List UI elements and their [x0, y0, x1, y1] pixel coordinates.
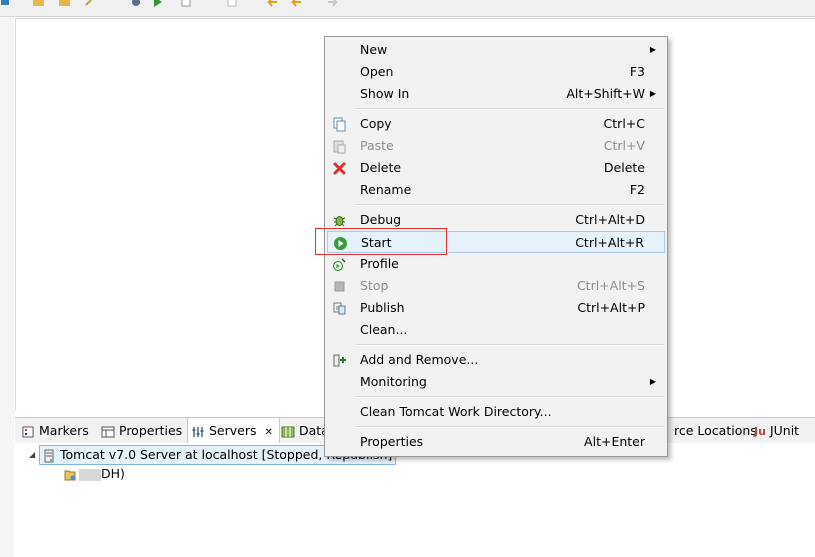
menu-label: Add and Remove...: [360, 352, 479, 367]
expand-toggle-icon[interactable]: ◢: [29, 446, 35, 464]
menu-item-paste[interactable]: Paste Ctrl+V: [327, 135, 665, 157]
page-icon[interactable]: [180, 0, 193, 7]
annotation-highlight-box: [315, 228, 447, 255]
data-icon: [281, 426, 295, 437]
menu-item-clean[interactable]: Clean...: [327, 319, 665, 341]
tab-properties[interactable]: Properties: [101, 418, 182, 443]
profile-icon: [333, 258, 346, 271]
menu-item-copy[interactable]: Copy Ctrl+C: [327, 113, 665, 135]
markers-icon: [22, 426, 34, 437]
menu-label: Delete: [360, 160, 402, 175]
servers-icon: [192, 426, 204, 437]
tab-data[interactable]: Data: [281, 418, 329, 443]
menu-item-stop[interactable]: Stop Ctrl+Alt+S: [327, 275, 665, 297]
menu-item-properties[interactable]: Properties Alt+Enter: [327, 431, 665, 453]
menu-label: Monitoring: [360, 374, 427, 389]
submenu-arrow-icon: ▶: [649, 377, 656, 386]
tab-label: Servers: [209, 423, 257, 438]
delete-icon: [333, 162, 346, 175]
debug-icon: [333, 216, 346, 227]
tab-resource-locations[interactable]: rce Locations: [674, 418, 757, 443]
menu-label: Profile: [360, 256, 399, 271]
back-arrow-icon[interactable]: [266, 0, 279, 7]
menu-label: Publish: [360, 300, 405, 315]
menu-shortcut: Ctrl+V: [603, 138, 645, 153]
run-icon[interactable]: [152, 0, 165, 7]
junit-icon: Ju: [754, 425, 766, 438]
menu-item-add-and-remove[interactable]: Add and Remove...: [327, 349, 665, 371]
menu-item-new[interactable]: New ▶: [327, 39, 665, 61]
menu-shortcut: Ctrl+Alt+P: [577, 300, 645, 315]
menu-label: Stop: [360, 278, 389, 293]
module-icon: [64, 470, 76, 480]
menu-shortcut: Alt+Enter: [584, 434, 645, 449]
toolbar-icon[interactable]: [0, 0, 13, 7]
next-arrow-icon[interactable]: [326, 0, 339, 7]
properties-icon: [101, 426, 115, 437]
left-gutter: [0, 17, 14, 557]
menu-label: Rename: [360, 182, 412, 197]
tab-label: JUnit: [769, 423, 800, 438]
menu-item-rename[interactable]: Rename F2: [327, 179, 665, 201]
redacted-block: [79, 468, 101, 481]
menu-shortcut: Ctrl+Alt+D: [575, 212, 645, 227]
menu-label: Clean Tomcat Work Directory...: [360, 404, 552, 419]
paste-icon: [333, 140, 346, 154]
copy-icon: [333, 117, 346, 132]
servers-tree: ◢ Tomcat v7.0 Server at localhost [Stopp…: [15, 443, 815, 557]
menu-item-delete[interactable]: Delete Delete: [327, 157, 665, 179]
stop-icon: [334, 281, 345, 292]
gear-icon[interactable]: [130, 0, 143, 7]
menu-shortcut: Ctrl+Alt+S: [576, 278, 645, 293]
menu-shortcut: Delete: [603, 160, 645, 175]
menu-label: Show In: [360, 86, 410, 101]
menu-shortcut: Ctrl+Alt+R: [575, 235, 644, 250]
tab-markers[interactable]: Markers: [21, 418, 89, 443]
menu-shortcut: Ctrl+C: [603, 116, 645, 131]
menu-shortcut: F2: [629, 182, 645, 197]
menu-shortcut: Alt+Shift+W: [566, 86, 645, 101]
server-module-item[interactable]: DH): [63, 465, 125, 483]
folder-icon[interactable]: [58, 0, 71, 7]
menu-item-open[interactable]: Open F3: [327, 61, 665, 83]
menu-label: Copy: [360, 116, 392, 131]
publish-icon: [333, 302, 346, 315]
tab-servers[interactable]: Servers ✕: [187, 418, 280, 444]
menu-item-show-in[interactable]: Show In Alt+Shift+W ▶: [327, 83, 665, 105]
tab-label: Properties: [119, 423, 183, 438]
menu-separator: [356, 426, 664, 428]
module-label: DH): [101, 466, 125, 481]
menu-label: New: [360, 42, 388, 57]
wand-icon[interactable]: [84, 0, 97, 7]
menu-shortcut: F3: [629, 64, 645, 79]
menu-separator: [356, 396, 664, 398]
menu-label: Open: [360, 64, 394, 79]
tab-label: Markers: [39, 423, 89, 438]
menu-label: Clean...: [360, 322, 408, 337]
server-icon: [44, 449, 54, 462]
menu-label: Paste: [360, 138, 394, 153]
menu-item-monitoring[interactable]: Monitoring ▶: [327, 371, 665, 393]
submenu-arrow-icon: ▶: [649, 45, 656, 54]
add-remove-icon: [333, 354, 346, 367]
tab-junit[interactable]: Ju JUnit: [754, 418, 799, 443]
tab-label: rce Locations: [674, 423, 757, 438]
menu-separator: [356, 344, 664, 346]
menu-separator: [356, 108, 664, 110]
main-toolbar: [0, 0, 815, 17]
close-icon[interactable]: ✕: [265, 427, 273, 438]
menu-item-publish[interactable]: Publish Ctrl+Alt+P: [327, 297, 665, 319]
menu-item-clean-tomcat-work-directory[interactable]: Clean Tomcat Work Directory...: [327, 401, 665, 423]
open-folder-icon[interactable]: [32, 0, 45, 7]
submenu-arrow-icon: ▶: [649, 89, 656, 98]
forward-arrow-icon[interactable]: [290, 0, 303, 7]
menu-label: Properties: [360, 434, 424, 449]
page-icon[interactable]: [226, 0, 239, 7]
menu-separator: [356, 204, 664, 206]
menu-item-profile[interactable]: Profile: [327, 253, 665, 275]
